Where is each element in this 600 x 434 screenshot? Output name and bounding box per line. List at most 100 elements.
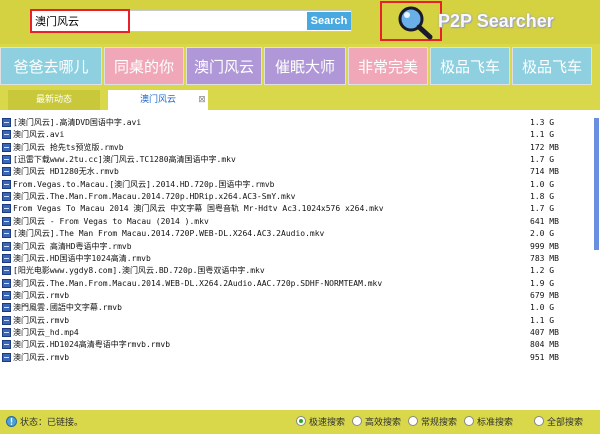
result-row[interactable]: 澳门风云.rmvb 951 MB	[0, 352, 600, 364]
hot-tag[interactable]: 极品飞车	[512, 47, 592, 85]
result-file-name: 澳门风云_hd.mp4	[13, 327, 79, 337]
search-mode-option[interactable]: 极速搜索	[296, 414, 352, 428]
radio-button[interactable]	[408, 416, 418, 426]
result-file-size: 679 MB	[530, 290, 559, 300]
result-file-size: 1.2 G	[530, 266, 555, 276]
result-file-name: [阳光电影www.ygdy8.com].澳门风云.BD.720p.国粤双语中字.…	[13, 266, 265, 276]
result-row[interactable]: 澳门风云 - From Vegas to Macau (2014 ).mkv 64…	[0, 216, 600, 228]
result-file-size: 804 MB	[530, 340, 559, 350]
result-file-name: 澳门风云.rmvb	[13, 290, 70, 300]
video-file-icon	[2, 327, 11, 337]
result-file-size: 2.0 G	[530, 229, 555, 239]
result-file-size: 172 MB	[530, 142, 559, 152]
video-file-icon	[2, 253, 11, 263]
radio-label: 标准搜索	[477, 418, 514, 428]
search-mode-option[interactable]: 常规搜索	[408, 414, 464, 428]
search-button[interactable]: Search	[307, 12, 351, 30]
result-file-name: 澳门风云 抢先ts预览版.rmvb	[13, 142, 124, 152]
result-row[interactable]: From.Vegas.to.Macau.[澳门风云].2014.HD.720p.…	[0, 179, 600, 191]
result-file-name: 澳門風雲.國語中文字幕.rmvb	[13, 303, 122, 313]
video-file-icon	[2, 118, 11, 127]
search-highlight-box	[30, 9, 130, 33]
result-row[interactable]: [迅雷下载www.2tu.cc]澳门风云.TC1280高清国语中字.mkv 1.7…	[0, 154, 600, 166]
result-row[interactable]: [阳光电影www.ygdy8.com].澳门风云.BD.720p.国粤双语中字.…	[0, 265, 600, 277]
search-mode-option[interactable]: 高效搜索	[352, 414, 408, 428]
video-file-icon	[2, 216, 11, 226]
hot-tag[interactable]: 同桌的你	[104, 47, 184, 85]
result-row[interactable]: 澳门风云.rmvb 1.1 G	[0, 315, 600, 327]
result-file-name: [迅雷下载www.2tu.cc]澳门风云.TC1280高清国语中字.mkv	[13, 155, 236, 165]
video-file-icon	[2, 241, 11, 251]
result-file-size: 1.7 G	[530, 155, 555, 165]
top-bar: Search P2P Searcher	[0, 0, 600, 44]
status-bar: 状态：已链接。 极速搜索 高效搜索 常规搜索 标准搜索 全部搜索	[0, 410, 600, 434]
video-file-icon	[2, 278, 11, 288]
result-row[interactable]: 澳门风云.The.Man.From.Macau.2014.720p.HDRip.…	[0, 191, 600, 203]
video-file-icon	[2, 290, 11, 300]
tab-latest[interactable]: 最新动态	[8, 90, 100, 110]
radio-label: 高效搜索	[365, 418, 402, 428]
result-list: [澳门风云].高清DVD国语中字.avi 1.3 G 澳门风云.avi 1.1 G 澳门…	[0, 110, 600, 410]
result-file-name: 澳门风云 高清HD粤语中字.rmvb	[13, 241, 132, 251]
tab-search-result[interactable]: 澳门风云	[108, 90, 208, 110]
video-file-icon	[2, 142, 11, 152]
result-file-name: 澳门风云.rmvb	[13, 352, 70, 362]
hot-tag[interactable]: 非常完美	[348, 47, 428, 85]
result-row[interactable]: [澳门风云].高清DVD国语中字.avi 1.3 G	[0, 117, 600, 129]
result-row[interactable]: 澳门风云.HD国语中字1024高清.rmvb 783 MB	[0, 253, 600, 265]
video-file-icon	[2, 192, 11, 202]
result-row[interactable]: 澳门风云_hd.mp4 407 MB	[0, 327, 600, 339]
result-row[interactable]: From Vegas To Macau 2014 澳门风云 中文字幕 国粤音轨 …	[0, 203, 600, 215]
result-row[interactable]: 澳门风云.HD1024高清粤语中字rmvb.rmvb 804 MB	[0, 339, 600, 351]
result-row[interactable]: 澳门风云 HD1280无水.rmvb 714 MB	[0, 166, 600, 178]
magnifier-icon[interactable]	[394, 4, 434, 40]
video-file-icon	[2, 204, 11, 214]
video-file-icon	[2, 266, 11, 276]
search-mode-option[interactable]: 标准搜索	[464, 414, 520, 428]
status-text: 状态：已链接。	[20, 418, 84, 428]
radio-button[interactable]	[534, 416, 544, 426]
result-file-name: From Vegas To Macau 2014 澳门风云 中文字幕 国粤音轨 …	[13, 204, 384, 214]
result-file-size: 407 MB	[530, 327, 559, 337]
scrollbar-thumb[interactable]	[594, 118, 599, 250]
result-file-size: 783 MB	[530, 253, 559, 263]
result-file-size: 641 MB	[530, 216, 559, 226]
result-file-size: 1.8 G	[530, 192, 555, 202]
radio-label: 常规搜索	[421, 418, 458, 428]
result-file-size: 1.0 G	[530, 303, 555, 313]
connection-status-icon	[6, 416, 17, 427]
close-tab-icon[interactable]: ⊠	[196, 90, 208, 110]
app-logo-text: P2P Searcher	[438, 11, 554, 31]
hot-tag[interactable]: 澳门风云	[186, 47, 262, 85]
video-file-icon	[2, 130, 11, 140]
result-file-size: 714 MB	[530, 167, 559, 177]
result-file-name: 澳门风云 - From Vegas to Macau (2014 ).mkv	[13, 216, 209, 226]
result-row[interactable]: 澳门风云.The.Man.From.Macau.2014.WEB-DL.X264…	[0, 278, 600, 290]
result-file-name: 澳门风云.HD1024高清粤语中字rmvb.rmvb	[13, 340, 171, 350]
search-mode-option[interactable]: 全部搜索	[534, 414, 590, 428]
video-file-icon	[2, 179, 11, 189]
result-row[interactable]: 澳門風雲.國語中文字幕.rmvb 1.0 G	[0, 302, 600, 314]
result-row[interactable]: 澳门风云.avi 1.1 G	[0, 129, 600, 141]
result-file-size: 1.1 G	[530, 315, 555, 325]
result-file-name: 澳门风云 HD1280无水.rmvb	[13, 167, 119, 177]
result-file-name: 澳门风云.rmvb	[13, 315, 70, 325]
result-file-name: 澳门风云.The.Man.From.Macau.2014.WEB-DL.X264…	[13, 278, 383, 288]
video-file-icon	[2, 352, 11, 362]
result-row[interactable]: [澳门风云].The Man From Macau.2014.720P.WEB-…	[0, 228, 600, 240]
video-file-icon	[2, 340, 11, 350]
hot-tag[interactable]: 催眠大师	[264, 47, 346, 85]
tab-bar: 最新动态 澳门风云 ⊠	[0, 90, 600, 110]
result-row[interactable]: 澳门风云 高清HD粤语中字.rmvb 999 MB	[0, 241, 600, 253]
result-file-size: 1.3 G	[530, 118, 555, 127]
hot-tag[interactable]: 极品飞车	[430, 47, 510, 85]
result-file-size: 1.1 G	[530, 130, 555, 140]
radio-button[interactable]	[464, 416, 474, 426]
video-file-icon	[2, 303, 11, 313]
radio-button[interactable]	[352, 416, 362, 426]
result-row[interactable]: 澳门风云 抢先ts预览版.rmvb 172 MB	[0, 142, 600, 154]
radio-button[interactable]	[296, 416, 306, 426]
result-file-name: [澳门风云].The Man From Macau.2014.720P.WEB-…	[13, 229, 325, 239]
hot-tag[interactable]: 爸爸去哪儿	[0, 47, 102, 85]
result-row[interactable]: 澳门风云.rmvb 679 MB	[0, 290, 600, 302]
